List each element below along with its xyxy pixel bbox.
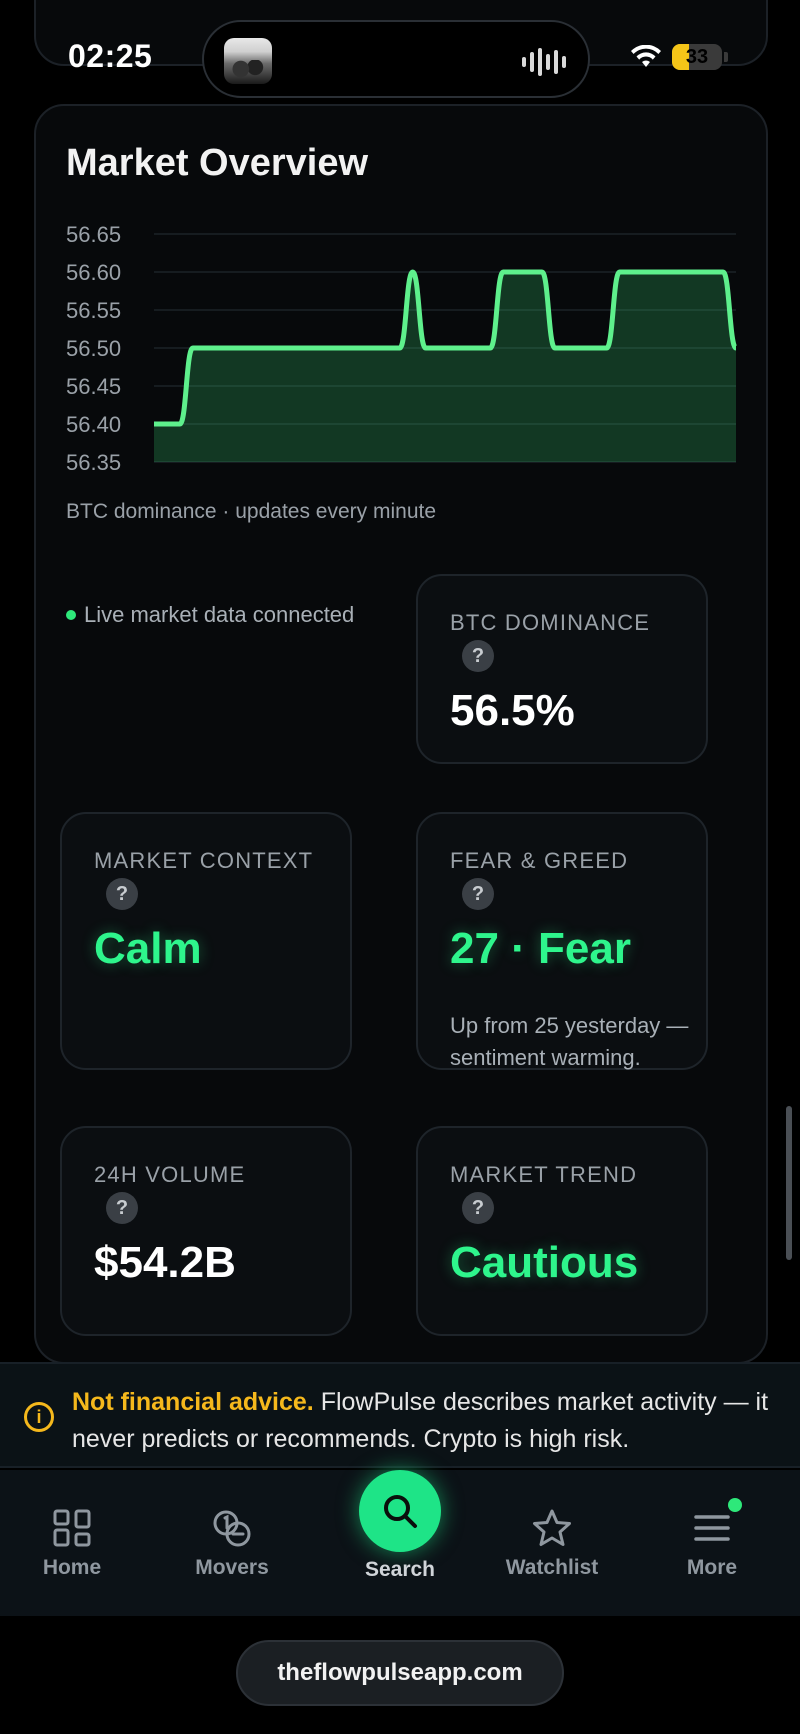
- tile-label: FEAR & GREED: [450, 848, 629, 873]
- star-icon: [533, 1509, 571, 1546]
- grid-icon: [53, 1509, 91, 1547]
- y-tick-label: 56.45: [66, 374, 121, 399]
- menu-icon: [694, 1515, 730, 1541]
- nav-movers[interactable]: Movers: [162, 1470, 302, 1616]
- nav-label: More: [686, 1556, 738, 1579]
- btc-dominance-tile[interactable]: BTC DOMINANCE ? 56.5%: [416, 574, 708, 764]
- album-art-thumbnail: [224, 38, 272, 84]
- battery-icon: 33: [672, 44, 722, 70]
- market-trend-tile[interactable]: MARKET TREND ? Cautious: [416, 1126, 708, 1336]
- market-context-tile[interactable]: MARKET CONTEXT ? Calm: [60, 812, 352, 1070]
- y-tick-label: 56.35: [66, 450, 121, 475]
- help-icon[interactable]: ?: [462, 878, 494, 910]
- tile-label: 24H VOLUME: [94, 1162, 246, 1187]
- volume-value: $54.2B: [94, 1238, 236, 1287]
- y-tick-label: 56.50: [66, 336, 121, 361]
- status-indicators: 33: [630, 44, 728, 70]
- tile-label: MARKET TREND: [450, 1162, 638, 1187]
- btc-dominance-value: 56.5%: [450, 686, 575, 735]
- btc-dominance-chart: 56.65 56.60 56.55 56.50 56.45 56.40 56.35: [36, 216, 770, 596]
- tile-label: MARKET CONTEXT: [94, 848, 314, 873]
- disclaimer-banner: i Not financial advice. FlowPulse descri…: [0, 1362, 800, 1468]
- y-tick-label: 56.65: [66, 222, 121, 247]
- live-status-text: Live market data connected: [84, 602, 355, 627]
- volume-tile[interactable]: 24H VOLUME ? $54.2B: [60, 1126, 352, 1336]
- search-button[interactable]: [359, 1470, 441, 1552]
- chart-svg: 56.65 56.60 56.55 56.50 56.45 56.40 56.35: [66, 222, 739, 475]
- disclaimer-text: Not financial advice. FlowPulse describe…: [72, 1384, 772, 1458]
- nav-watchlist[interactable]: Watchlist: [482, 1470, 622, 1616]
- battery-tip: [724, 52, 728, 62]
- help-icon[interactable]: ?: [106, 878, 138, 910]
- nav-label: Home: [42, 1556, 102, 1579]
- coins-icon: [213, 1510, 251, 1547]
- help-icon[interactable]: ?: [106, 1192, 138, 1224]
- scrollbar-thumb[interactable]: [786, 1106, 792, 1260]
- nav-label: Movers: [195, 1556, 269, 1579]
- bottom-nav: Home Movers Search Watchlist More: [0, 1470, 800, 1616]
- help-icon[interactable]: ?: [462, 640, 494, 672]
- nav-search[interactable]: Search: [330, 1470, 470, 1616]
- chart-caption: BTC dominance · updates every minute: [66, 500, 437, 523]
- fear-greed-note: Up from 25 yesterday — sentiment warming…: [450, 1013, 689, 1070]
- y-tick-label: 56.55: [66, 298, 121, 323]
- fear-greed-tile[interactable]: FEAR & GREED ? 27 · Fear Up from 25 yest…: [416, 812, 708, 1070]
- dynamic-island[interactable]: [202, 20, 590, 98]
- info-icon: i: [24, 1402, 54, 1432]
- nav-more[interactable]: More: [642, 1470, 782, 1616]
- chart-area: [154, 272, 736, 462]
- card-title: Market Overview: [66, 142, 369, 184]
- help-icon[interactable]: ?: [462, 1192, 494, 1224]
- y-tick-label: 56.40: [66, 412, 121, 437]
- fear-greed-value: 27 · Fear: [450, 924, 631, 973]
- battery-percent: 33: [685, 46, 709, 68]
- tile-label: BTC DOMINANCE: [450, 610, 651, 635]
- disclaimer-strong: Not financial advice.: [72, 1388, 314, 1416]
- live-status: Live market data connected: [66, 602, 354, 628]
- live-indicator-dot: [66, 610, 76, 620]
- audio-waveform-icon: [522, 48, 566, 76]
- browser-url-bar[interactable]: theflowpulseapp.com: [236, 1640, 564, 1706]
- nav-label: Search: [364, 1558, 436, 1581]
- market-overview-card: Market Overview 56.65 56.60 56.55 56.50 56.4…: [34, 104, 768, 1364]
- market-trend-value: Cautious: [450, 1238, 639, 1287]
- market-context-value: Calm: [94, 924, 202, 973]
- search-icon: [384, 1495, 417, 1528]
- notification-dot: [728, 1498, 742, 1512]
- nav-label: Watchlist: [505, 1556, 599, 1579]
- y-tick-label: 56.60: [66, 260, 121, 285]
- status-time: 02:25: [68, 38, 153, 74]
- wifi-icon: [631, 45, 661, 67]
- nav-home[interactable]: Home: [2, 1470, 142, 1616]
